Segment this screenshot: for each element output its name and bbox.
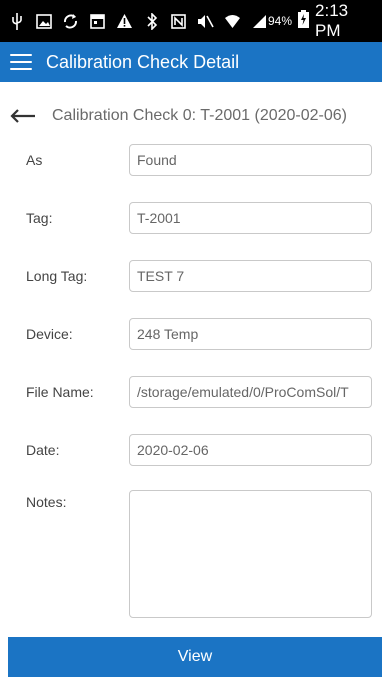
tag-field[interactable]: T-2001 bbox=[129, 202, 372, 234]
page-title: Calibration Check Detail bbox=[46, 51, 240, 72]
file-name-row: File Name: /storage/emulated/0/ProComSol… bbox=[0, 375, 382, 409]
tag-row: Tag: T-2001 bbox=[0, 201, 382, 235]
long-tag-field[interactable]: TEST 7 bbox=[129, 260, 372, 292]
record-title: Calibration Check 0: T-2001 (2020-02-06) bbox=[52, 107, 347, 124]
view-button[interactable]: View bbox=[8, 637, 382, 677]
wifi-icon bbox=[224, 13, 241, 30]
device-field[interactable]: 248 Temp bbox=[129, 318, 372, 350]
warning-icon bbox=[116, 13, 133, 30]
date-field[interactable]: 2020-02-06 bbox=[129, 434, 372, 466]
bluetooth-icon bbox=[143, 12, 160, 30]
notes-label: Notes: bbox=[26, 494, 67, 510]
long-tag-row: Long Tag: TEST 7 bbox=[0, 259, 382, 293]
as-row: As Found bbox=[0, 143, 382, 177]
long-tag-label: Long Tag: bbox=[26, 268, 88, 284]
date-row: Date: 2020-02-06 bbox=[0, 433, 382, 467]
battery-percent: 94% bbox=[268, 14, 293, 28]
date-label: Date: bbox=[26, 442, 60, 458]
mute-icon bbox=[197, 13, 214, 30]
menu-icon[interactable] bbox=[10, 54, 32, 70]
record-header: Calibration Check 0: T-2001 (2020-02-06) bbox=[0, 100, 382, 132]
device-label: Device: bbox=[26, 326, 73, 342]
notification-icons bbox=[8, 12, 268, 30]
sync-icon bbox=[62, 13, 79, 30]
image-icon bbox=[35, 13, 52, 30]
device-row: Device: 248 Temp bbox=[0, 317, 382, 351]
status-bar: 94% 2:13 PM bbox=[0, 0, 382, 42]
app-bar: Calibration Check Detail bbox=[0, 42, 382, 82]
clock: 2:13 PM bbox=[315, 1, 349, 40]
calendar-icon bbox=[89, 13, 106, 30]
battery-icon bbox=[298, 10, 310, 32]
as-field[interactable]: Found bbox=[129, 144, 372, 176]
notes-field[interactable] bbox=[129, 490, 372, 618]
usb-icon bbox=[8, 12, 25, 30]
signal-icon bbox=[251, 13, 268, 30]
file-name-field[interactable]: /storage/emulated/0/ProComSol/T bbox=[129, 376, 372, 408]
file-name-label: File Name: bbox=[26, 384, 94, 400]
nfc-icon bbox=[170, 13, 187, 30]
as-label: As bbox=[26, 152, 43, 168]
back-arrow-icon[interactable] bbox=[10, 108, 36, 124]
tag-label: Tag: bbox=[26, 210, 53, 226]
